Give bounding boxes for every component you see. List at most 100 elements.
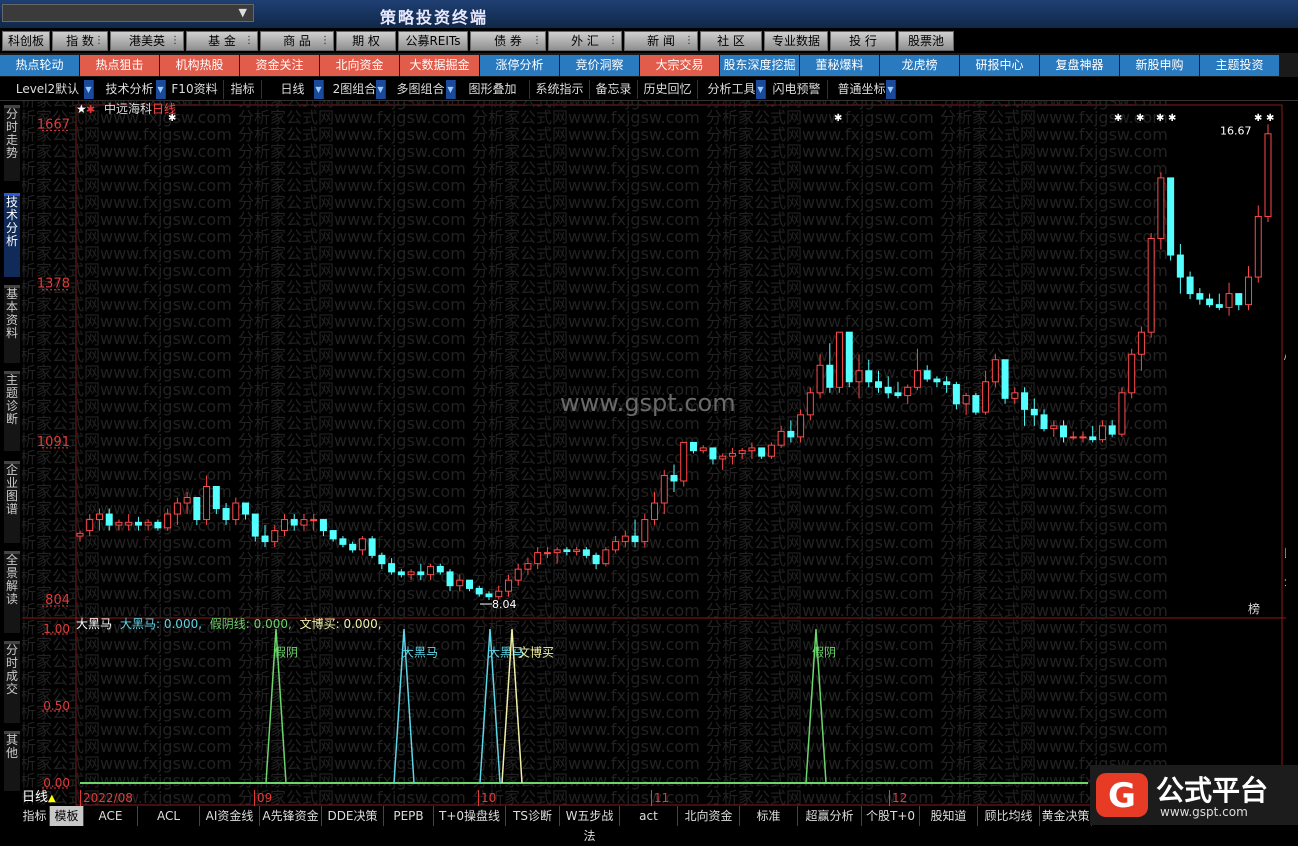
nav-item-12[interactable]: 研报中心 [960,55,1039,76]
nav-item-1[interactable]: 热点狙击 [80,55,159,76]
event-marker-icon: ✱ [1254,113,1262,124]
nav-item-13[interactable]: 复盘神器 [1040,55,1119,76]
toolbar-item-5[interactable]: 2图组合 [324,80,386,99]
menu-item-0[interactable]: 科创板 [2,31,50,51]
side-tab-7[interactable]: 其他 [4,731,20,791]
candle-body [1021,392,1029,410]
toolbar-item-label: Level2默认 [15,82,80,96]
menu-item-label: 专业数据 [771,34,820,48]
bottom-tab-11[interactable]: act [620,806,678,826]
bottom-tab-4[interactable]: AI资金线 [200,806,260,826]
menu-item-11[interactable]: 专业数据 [764,31,828,51]
bottom-tab-5[interactable]: A先锋资金 [260,806,322,826]
nav-item-14[interactable]: 新股申购 [1120,55,1199,76]
toolbar-item-2[interactable]: F10资料 [166,80,224,99]
candlestick-chart[interactable]: 分析家公式网www.fxjgsw.com 分析家公式网www.fxjgsw.com… [4,74,1295,824]
menu-item-10[interactable]: 社 区 [700,31,762,51]
menu-item-5[interactable]: 期 权 [336,31,396,51]
app-selector[interactable]: ▼ [2,4,254,22]
menu-item-7[interactable]: 债 券 ⋮ [470,31,546,51]
candle-body [1196,293,1204,300]
side-tab-1[interactable]: 技术分析 [4,193,20,277]
bottom-tab-17[interactable]: 顾比均线 [978,806,1040,826]
candle-body [144,521,152,526]
nav-item-7[interactable]: 竞价洞察 [560,55,639,76]
bottom-tab-3[interactable]: ACL [138,806,200,826]
toolbar-item-3[interactable]: 指标 [224,80,262,99]
menu-item-6[interactable]: 公募REITs [398,31,468,51]
candle-body [203,485,211,521]
nav-item-5[interactable]: 大数据掘金 [400,55,479,76]
brand-badge-icon [1096,773,1148,817]
nav-item-0[interactable]: 热点轮动 [0,55,79,76]
nav-item-2[interactable]: 机构热股 [160,55,239,76]
candle-body [836,331,844,388]
toolbar-item-8[interactable]: 系统指示 [530,80,590,99]
nav-item-3[interactable]: 资金关注 [240,55,319,76]
side-tabs: 分时走势技术分析基本资料主题诊断企业图谱全景解读分时成交其他 [0,101,22,806]
menu-item-3[interactable]: 基 金 ⋮ [186,31,258,51]
side-tab-2[interactable]: 基本资料 [4,285,20,363]
candle-body [748,447,756,452]
bottom-tab-15[interactable]: 个股T+0 [862,806,920,826]
nav-item-15[interactable]: 主题投资 [1200,55,1279,76]
candle-body [212,485,220,510]
toolbar-item-13[interactable]: 普通坐标 [828,80,896,99]
candle-body [943,381,951,386]
menu-item-12[interactable]: 投 行 [830,31,896,51]
period-tab[interactable]: 日线▲ [22,790,70,806]
indicator-signal-label: 假阴 [274,646,298,660]
bottom-tab-13[interactable]: 标准 [740,806,798,826]
side-tab-3[interactable]: 主题诊断 [4,371,20,451]
toolbar-item-label: 系统指示 [535,82,584,96]
menu-item-1[interactable]: 指 数 ⋮ [52,31,108,51]
bottom-tab-6[interactable]: DDE决策 [322,806,384,826]
toolbar-item-7[interactable]: 图形叠加 [456,80,530,99]
menu-item-8[interactable]: 外 汇 ⋮ [548,31,622,51]
menu-dots-icon: ⋮ [532,35,542,46]
nav-item-10[interactable]: 董秘爆料 [800,55,879,76]
nav-item-4[interactable]: 北向资金 [320,55,399,76]
nav-item-6[interactable]: 涨停分析 [480,55,559,76]
toolbar-item-label: 历史回忆 [643,82,692,96]
toolbar-item-0[interactable]: Level2默认 [2,80,94,99]
toolbar-item-10[interactable]: 历史回忆 [638,80,698,99]
bottom-tab-10[interactable]: W五步战法 [560,806,620,843]
candle-body [1001,359,1009,399]
bottom-tab-2[interactable]: ACE [84,806,138,826]
candle-body [504,579,512,592]
candle-body [164,513,172,529]
toolbar-item-12[interactable]: 闪电预警 [766,80,828,99]
bottom-tab-18[interactable]: 黄金决策 [1040,806,1092,826]
bottom-tab-14[interactable]: 超赢分析 [798,806,862,826]
bottom-tab-12[interactable]: 北向资金 [678,806,740,826]
side-tab-6[interactable]: 分时成交 [4,641,20,723]
nav-item-9[interactable]: 股东深度挖掘 [720,55,799,76]
bottom-tab-16[interactable]: 股知道 [920,806,978,826]
candle-body [592,554,600,565]
menu-item-9[interactable]: 新 闻 ⋮ [624,31,698,51]
candle-body [1186,276,1194,295]
menu-item-4[interactable]: 商 品 ⋮ [260,31,334,51]
chart-area[interactable]: 分析家公式网www.fxjgsw.com 分析家公式网www.fxjgsw.com… [4,74,1295,824]
menu-item-13[interactable]: 股票池 [898,31,954,51]
toolbar-item-6[interactable]: 多图组合 [386,80,456,99]
toolbar-item-label: 图形叠加 [468,82,517,96]
bottom-tab-9[interactable]: TS诊断 [506,806,560,826]
candle-body [514,568,522,581]
side-tab-5[interactable]: 全景解读 [4,551,20,633]
bottom-tab-0[interactable]: 指标 [20,806,50,826]
toolbar-item-9[interactable]: 备忘录 [590,80,638,99]
side-tab-0[interactable]: 分时走势 [4,105,20,181]
bottom-tab-7[interactable]: PEPB [384,806,434,826]
toolbar-item-4[interactable]: 日线 [262,80,324,99]
toolbar-item-11[interactable]: 分析工具 [698,80,766,99]
side-tab-4[interactable]: 企业图谱 [4,461,20,543]
nav-item-8[interactable]: 大宗交易 [640,55,719,76]
nav-item-11[interactable]: 龙虎榜 [880,55,959,76]
bottom-tab-1[interactable]: 模板 [50,806,84,826]
menu-item-2[interactable]: 港美英 ⋮ [110,31,184,51]
bottom-tab-8[interactable]: T+0操盘线 [434,806,506,826]
toolbar-item-1[interactable]: 技术分析 [94,80,166,99]
candle-body [612,541,620,551]
